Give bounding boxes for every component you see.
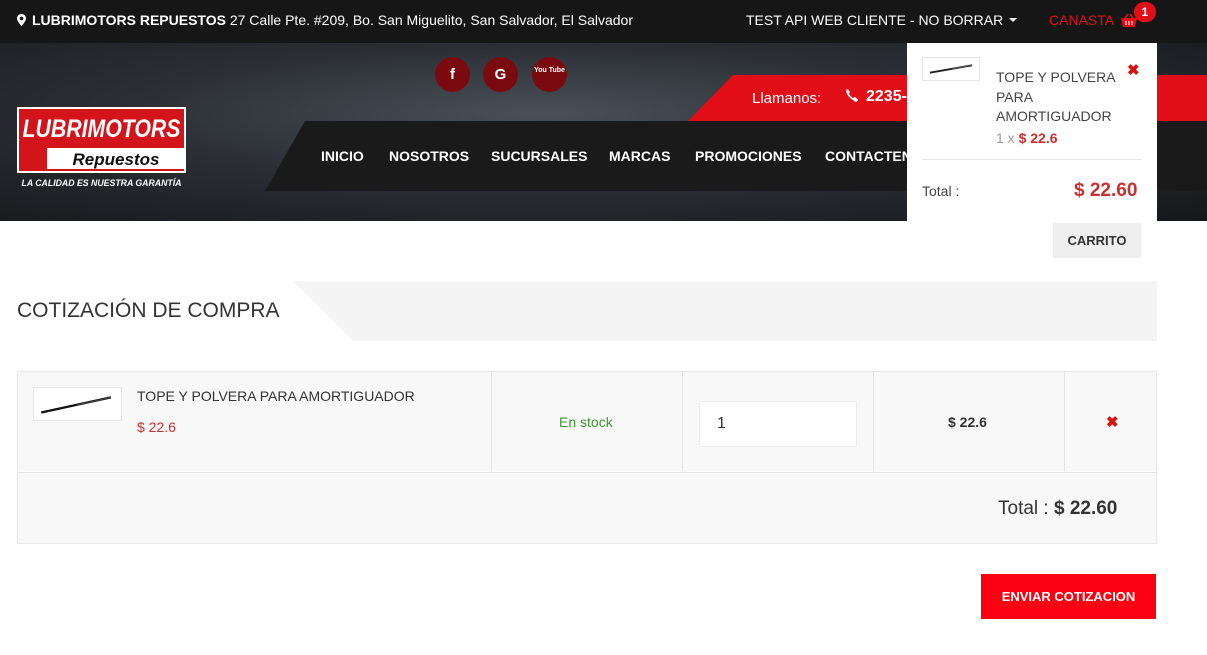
store-name: LUBRIMOTORS REPUESTOS <box>32 12 226 28</box>
divider <box>922 159 1142 160</box>
lubrimotors-logo[interactable]: LUBRIMOTORS Repuestos LA CALIDAD ES NUES… <box>17 107 186 189</box>
phone-icon <box>846 89 858 102</box>
mini-cart-qty: 1 x $ 22.6 <box>996 130 1058 146</box>
nav-item-promociones[interactable]: PROMOCIONES <box>695 148 802 164</box>
cart-link[interactable]: CANASTA <box>1049 12 1138 28</box>
mini-cart-product-name[interactable]: TOPE Y POLVERA PARA AMORTIGUADOR <box>996 68 1121 127</box>
cart-total-value: $ 22.60 <box>1053 498 1118 519</box>
nav-item-sucursales[interactable]: SUCURSALES <box>491 148 587 164</box>
nav-item-contactenos[interactable]: CONTACTEN <box>825 148 912 164</box>
stock-status: En stock <box>559 414 613 430</box>
cart-total-label: Total : <box>998 498 1049 519</box>
section-title-decoration <box>293 281 1157 341</box>
carrito-button[interactable]: CARRITO <box>1053 223 1141 258</box>
nav-item-inicio[interactable]: INICIO <box>321 148 364 164</box>
mini-cart-product-image[interactable] <box>922 57 980 81</box>
cart-label: CANASTA <box>1049 12 1114 28</box>
top-bar: LUBRIMOTORS REPUESTOS 27 Calle Pte. #209… <box>0 0 1207 43</box>
address-text: 27 Calle Pte. #209, Bo. San Miguelito, S… <box>229 12 633 28</box>
remove-icon[interactable]: ✖ <box>1127 61 1140 79</box>
row-divider <box>18 471 1156 473</box>
page-title: COTIZACIÓN DE COMPRA <box>17 299 280 322</box>
svg-text:LA CALIDAD ES NUESTRA GARANTÍA: LA CALIDAD ES NUESTRA GARANTÍA <box>22 178 182 188</box>
phone-number[interactable]: 2235- <box>845 88 907 106</box>
facebook-icon[interactable]: f <box>435 57 470 92</box>
cart-count-badge: 1 <box>1134 2 1156 22</box>
send-quote-button[interactable]: ENVIAR COTIZACION <box>981 574 1156 619</box>
cart-total: Total : $ 22.60 <box>998 498 1117 520</box>
location-pin-icon <box>17 14 26 26</box>
store-address: LUBRIMOTORS REPUESTOS 27 Calle Pte. #209… <box>17 12 633 28</box>
remove-icon[interactable]: ✖ <box>1106 413 1119 431</box>
product-cell: TOPE Y POLVERA PARA AMORTIGUADOR $ 22.6 <box>18 372 492 472</box>
nav-item-marcas[interactable]: MARCAS <box>609 148 670 164</box>
call-label: Llamanos: <box>752 90 822 107</box>
user-menu[interactable]: TEST API WEB CLIENTE - NO BORRAR <box>746 12 1018 28</box>
google-icon[interactable]: G <box>483 57 518 92</box>
product-image[interactable] <box>33 387 122 421</box>
cart-table: TOPE Y POLVERA PARA AMORTIGUADOR $ 22.6 … <box>17 371 1157 544</box>
mini-cart-total-value: $ 22.60 <box>1074 180 1138 201</box>
product-name[interactable]: TOPE Y POLVERA PARA AMORTIGUADOR <box>137 388 415 404</box>
mini-cart-dropdown: TOPE Y POLVERA PARA AMORTIGUADOR 1 x $ 2… <box>907 43 1157 221</box>
svg-text:Repuestos: Repuestos <box>73 150 160 169</box>
youtube-icon[interactable]: You Tube <box>532 57 567 92</box>
product-price: $ 22.6 <box>137 419 176 435</box>
mini-cart-total-label: Total : <box>922 183 960 199</box>
user-name: TEST API WEB CLIENTE - NO BORRAR <box>746 12 1004 28</box>
chevron-down-icon <box>1009 18 1018 22</box>
mini-cart-price: $ 22.6 <box>1018 130 1058 146</box>
svg-text:LUBRIMOTORS: LUBRIMOTORS <box>23 115 181 143</box>
nav-item-nosotros[interactable]: NOSOTROS <box>389 148 469 164</box>
line-total: $ 22.6 <box>948 414 987 430</box>
quantity-input[interactable] <box>699 401 857 447</box>
